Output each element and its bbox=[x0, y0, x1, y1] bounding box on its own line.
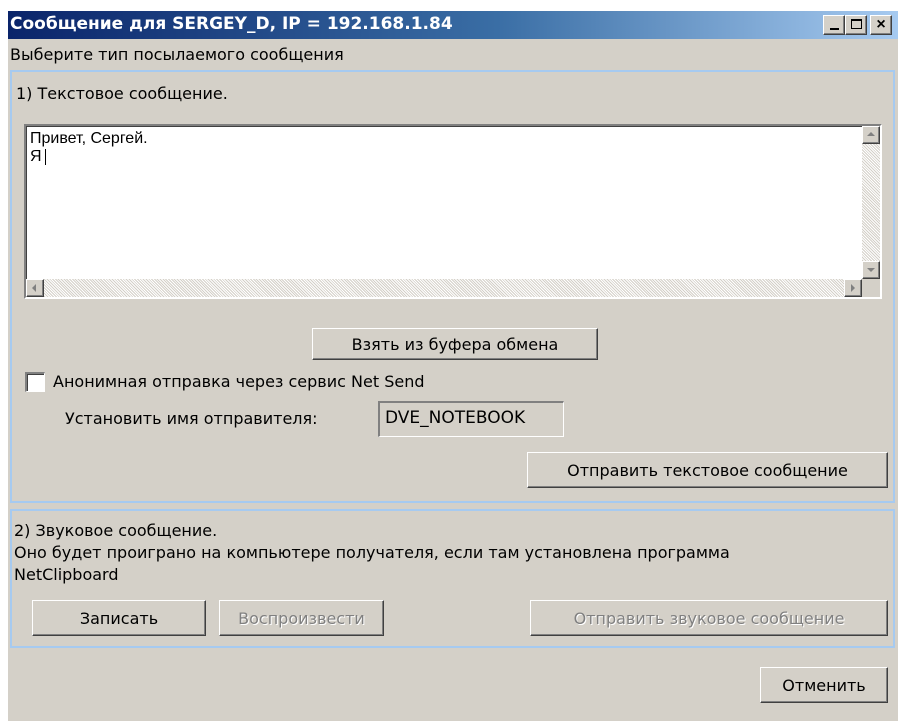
paste-from-clipboard-button[interactable]: Взять из буфера обмена bbox=[312, 328, 598, 360]
title-bar[interactable]: Сообщение для SERGEY_D, IP = 192.168.1.8… bbox=[8, 11, 898, 39]
scroll-up-button[interactable] bbox=[862, 126, 880, 144]
anonymous-send-label: Анонимная отправка через сервис Net Send bbox=[53, 372, 425, 391]
close-icon: × bbox=[876, 16, 886, 33]
minimize-button[interactable] bbox=[823, 15, 845, 35]
sound-description-line2: NetClipboard bbox=[14, 565, 119, 584]
send-sound-message-button: Отправить звуковое сообщение bbox=[530, 600, 888, 636]
arrow-right-icon bbox=[851, 284, 855, 292]
sound-section-heading: 2) Звуковое сообщение. bbox=[14, 521, 218, 540]
message-dialog: Сообщение для SERGEY_D, IP = 192.168.1.8… bbox=[8, 11, 898, 721]
anonymous-send-checkbox[interactable] bbox=[25, 372, 45, 392]
arrow-left-icon bbox=[32, 284, 36, 292]
maximize-icon bbox=[850, 19, 862, 29]
minimize-icon bbox=[829, 28, 839, 30]
message-textarea[interactable]: Привет, Сергей. Я bbox=[24, 124, 882, 299]
close-button[interactable]: × bbox=[870, 15, 892, 35]
sender-name-field[interactable]: DVE_NOTEBOOK bbox=[378, 401, 564, 437]
play-button: Воспроизвести bbox=[219, 600, 384, 636]
record-button[interactable]: Записать bbox=[32, 600, 206, 636]
message-text[interactable]: Привет, Сергей. Я bbox=[29, 130, 859, 270]
vertical-scrollbar[interactable] bbox=[862, 126, 880, 279]
scrollbar-corner bbox=[862, 279, 880, 297]
scroll-left-button[interactable] bbox=[26, 279, 44, 297]
sender-name-label: Установить имя отправителя: bbox=[65, 409, 318, 428]
scroll-down-button[interactable] bbox=[862, 261, 880, 279]
prompt-label: Выберите тип посылаемого сообщения bbox=[10, 45, 344, 64]
send-text-message-button[interactable]: Отправить текстовое сообщение bbox=[527, 452, 888, 488]
window-title: Сообщение для SERGEY_D, IP = 192.168.1.8… bbox=[10, 14, 453, 34]
message-value: Привет, Сергей. Я bbox=[30, 130, 148, 165]
text-section-heading: 1) Текстовое сообщение. bbox=[16, 84, 228, 103]
arrow-up-icon bbox=[867, 132, 875, 136]
maximize-button[interactable] bbox=[845, 15, 867, 35]
cancel-button[interactable]: Отменить bbox=[760, 667, 888, 703]
text-caret bbox=[44, 148, 46, 165]
horizontal-scrollbar[interactable] bbox=[26, 279, 862, 297]
scroll-right-button[interactable] bbox=[844, 279, 862, 297]
arrow-down-icon bbox=[867, 268, 875, 272]
sound-description-line1: Оно будет проиграно на компьютере получа… bbox=[14, 543, 730, 562]
